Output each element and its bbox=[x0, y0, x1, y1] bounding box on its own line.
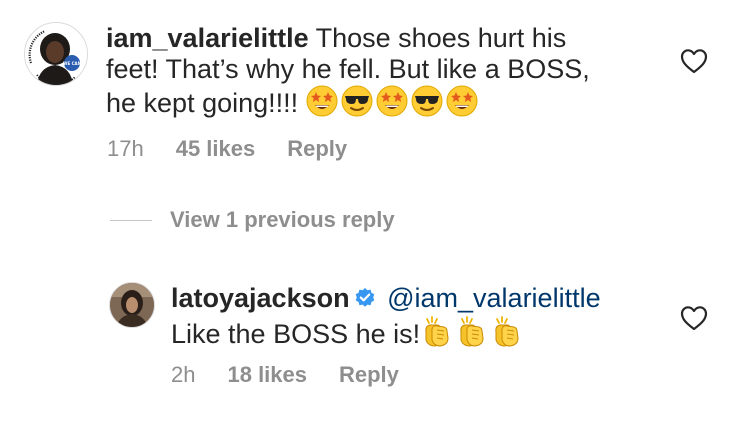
comment-username[interactable]: latoyajackson bbox=[171, 283, 350, 313]
likes-count[interactable]: 45 likes bbox=[176, 136, 256, 162]
comment-message: Like the BOSS he is! bbox=[171, 319, 421, 349]
comment-text: latoyajackson @iam_valarielittle Like th… bbox=[171, 283, 651, 355]
reply-button[interactable]: Reply bbox=[339, 362, 399, 388]
sunglasses-emoji-icon bbox=[341, 85, 373, 124]
comment-text: iam_valarielittle Those shoes hurt his f… bbox=[106, 23, 626, 124]
heart-icon[interactable] bbox=[680, 48, 708, 79]
comment-username[interactable]: iam_valarielittle bbox=[106, 23, 309, 53]
view-previous-replies[interactable]: View 1 previous reply bbox=[110, 207, 395, 233]
divider-line bbox=[110, 219, 152, 221]
mention-link[interactable]: @iam_valarielittle bbox=[387, 283, 600, 313]
clapping-hands-emoji-icon bbox=[490, 316, 522, 355]
avatar[interactable]: WE CAN bbox=[24, 22, 88, 86]
clapping-hands-emoji-icon bbox=[420, 316, 452, 355]
comment-timestamp: 17h bbox=[107, 136, 144, 161]
emoji-row bbox=[306, 85, 481, 118]
view-replies-label[interactable]: View 1 previous reply bbox=[170, 207, 395, 233]
comment-meta: 17h 45 likes Reply bbox=[107, 136, 379, 162]
star-struck-emoji-icon bbox=[446, 85, 478, 124]
sunglasses-emoji-icon bbox=[411, 85, 443, 124]
star-struck-emoji-icon bbox=[306, 85, 338, 124]
emoji-row bbox=[420, 316, 525, 349]
reply-button[interactable]: Reply bbox=[287, 136, 347, 162]
comment-timestamp: 2h bbox=[171, 362, 196, 387]
svg-text:WE CAN: WE CAN bbox=[63, 61, 81, 66]
star-struck-emoji-icon bbox=[376, 85, 408, 124]
comment-meta: 2h 18 likes Reply bbox=[171, 362, 431, 388]
likes-count[interactable]: 18 likes bbox=[227, 362, 307, 388]
heart-icon[interactable] bbox=[680, 305, 708, 336]
clapping-hands-emoji-icon bbox=[455, 316, 487, 355]
avatar-image bbox=[110, 283, 154, 327]
avatar-image: WE CAN bbox=[25, 23, 87, 85]
avatar[interactable] bbox=[109, 282, 155, 328]
verified-badge-icon bbox=[354, 285, 376, 316]
